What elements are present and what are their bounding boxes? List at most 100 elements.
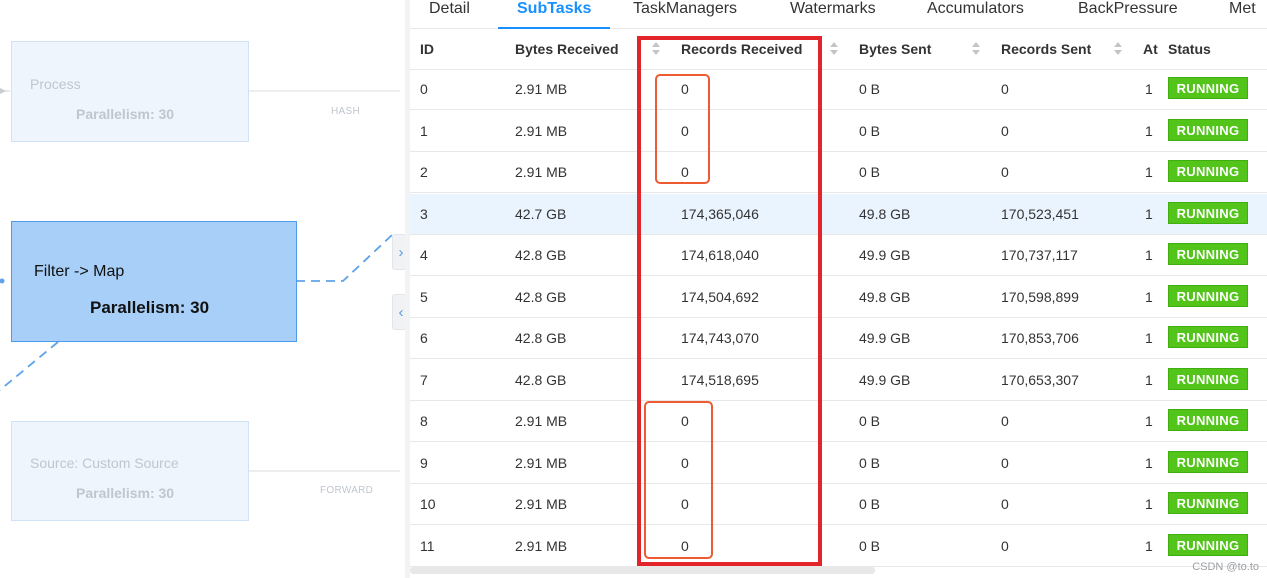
status-badge: RUNNING bbox=[1168, 409, 1248, 431]
graph-node-process[interactable]: Process Parallelism: 30 bbox=[11, 41, 249, 142]
table-row[interactable]: 5 42.8 GB 174,504,692 49.8 GB 170,598,899 1 RU… bbox=[410, 277, 1267, 318]
cell-records-sent: 0 bbox=[1001, 413, 1009, 429]
cell-attempt: 1 bbox=[1145, 288, 1153, 305]
status-badge: RUNNING bbox=[1168, 367, 1248, 390]
table-row[interactable]: 4 42.8 GB 174,618,040 49.9 GB 170,737,117 1 RU… bbox=[410, 235, 1267, 276]
job-graph-panel[interactable]: Process Parallelism: 30 Filter -> Map Pa… bbox=[0, 0, 410, 578]
status-badge: RUNNING bbox=[1168, 450, 1248, 473]
cell-attempt: 1 bbox=[1145, 122, 1153, 139]
horizontal-scrollbar[interactable] bbox=[410, 567, 875, 574]
cell-bytes-received: 2.91 MB bbox=[515, 164, 568, 180]
status-badge: RUNNING bbox=[1168, 492, 1248, 514]
cell-attempt: 1 bbox=[1145, 330, 1153, 346]
cell-records-sent: 0 bbox=[1001, 122, 1009, 139]
cell-records-sent: 170,853,706 bbox=[1001, 330, 1079, 346]
tab-detail[interactable]: Detail bbox=[429, 0, 470, 28]
cell-records-sent: 0 bbox=[1001, 537, 1009, 554]
col-id[interactable]: ID bbox=[420, 41, 434, 57]
edge-label-hash: HASH bbox=[331, 106, 360, 117]
cell-bytes-sent: 0 B bbox=[859, 81, 881, 97]
cell-id: 5 bbox=[420, 288, 428, 305]
cell-bytes-sent: 49.8 GB bbox=[859, 288, 911, 305]
edge-arrow-process bbox=[0, 88, 6, 94]
table-row[interactable]: 8 2.91 MB 0 0 B 0 1 RUNNING bbox=[410, 401, 1267, 442]
tab-accumulators[interactable]: Accumulators bbox=[927, 0, 1024, 28]
node-parallelism: Parallelism: 30 bbox=[90, 298, 210, 317]
col-attempt[interactable]: At bbox=[1143, 41, 1158, 57]
sort-icon[interactable] bbox=[1114, 40, 1122, 56]
sort-icon[interactable] bbox=[830, 40, 838, 56]
cell-id: 3 bbox=[420, 205, 428, 222]
cell-attempt: 1 bbox=[1145, 81, 1153, 97]
cell-attempt: 1 bbox=[1145, 164, 1153, 180]
tab-watermarks[interactable]: Watermarks bbox=[790, 0, 876, 28]
cell-bytes-received: 2.91 MB bbox=[515, 454, 568, 471]
cell-bytes-received: 42.7 GB bbox=[515, 205, 567, 222]
cell-bytes-received: 42.8 GB bbox=[515, 371, 567, 388]
cell-records-sent: 0 bbox=[1001, 81, 1009, 97]
cell-attempt: 1 bbox=[1145, 371, 1153, 388]
status-badge: RUNNING bbox=[1168, 243, 1248, 265]
node-name: Source: Custom Source bbox=[30, 455, 179, 471]
cell-bytes-received: 2.91 MB bbox=[515, 537, 568, 554]
tab-subtasks[interactable]: SubTasks bbox=[497, 0, 611, 29]
cell-attempt: 1 bbox=[1145, 496, 1153, 512]
graph-node-filter-map[interactable]: Filter -> Map Parallelism: 30 bbox=[11, 221, 297, 342]
cell-bytes-sent: 49.9 GB bbox=[859, 247, 911, 263]
cell-bytes-received: 42.8 GB bbox=[515, 247, 567, 263]
table-row[interactable]: 7 42.8 GB 174,518,695 49.9 GB 170,653,307 1 RU… bbox=[410, 360, 1267, 401]
cell-attempt: 1 bbox=[1145, 247, 1153, 263]
annotation-zero-records-top bbox=[655, 74, 710, 184]
cell-bytes-received: 2.91 MB bbox=[515, 122, 568, 139]
cell-records-sent: 0 bbox=[1001, 454, 1009, 471]
table-row[interactable]: 11 2.91 MB 0 0 B 0 1 RUNNING bbox=[410, 526, 1267, 567]
table-row[interactable]: 9 2.91 MB 0 0 B 0 1 RUNNING bbox=[410, 443, 1267, 484]
cell-bytes-sent: 49.9 GB bbox=[859, 330, 911, 346]
cell-id: 6 bbox=[420, 330, 428, 346]
status-badge: RUNNING bbox=[1168, 533, 1248, 556]
tab-taskmanagers[interactable]: TaskManagers bbox=[633, 0, 737, 28]
status-badge: RUNNING bbox=[1168, 118, 1248, 141]
cell-id: 7 bbox=[420, 371, 428, 388]
table-row[interactable]: 0 2.91 MB 0 0 B 0 1 RUNNING bbox=[410, 69, 1267, 110]
cell-attempt: 1 bbox=[1145, 205, 1153, 222]
col-bytes-sent[interactable]: Bytes Sent bbox=[859, 41, 931, 57]
table-row[interactable]: 2 2.91 MB 0 0 B 0 1 RUNNING bbox=[410, 152, 1267, 193]
tab-backpressure[interactable]: BackPressure bbox=[1078, 0, 1178, 28]
col-bytes-received[interactable]: Bytes Received bbox=[515, 41, 619, 57]
table-row[interactable]: 6 42.8 GB 174,743,070 49.9 GB 170,853,706 1 RU… bbox=[410, 318, 1267, 359]
edge-dot bbox=[0, 278, 5, 284]
watermark: CSDN @to.to bbox=[1192, 561, 1259, 573]
table-row[interactable]: 10 2.91 MB 0 0 B 0 1 RUNNING bbox=[410, 484, 1267, 525]
tab-metrics[interactable]: Met bbox=[1229, 0, 1256, 28]
cell-bytes-received: 2.91 MB bbox=[515, 81, 568, 97]
col-records-sent[interactable]: Records Sent bbox=[1001, 41, 1091, 57]
sort-icon[interactable] bbox=[972, 40, 980, 56]
cell-attempt: 1 bbox=[1145, 413, 1153, 429]
cell-records-sent: 170,598,899 bbox=[1001, 288, 1079, 305]
cell-attempt: 1 bbox=[1145, 454, 1153, 471]
graph-node-source[interactable]: Source: Custom Source Parallelism: 30 bbox=[11, 421, 249, 521]
detail-tabs: Detail SubTasks TaskManagers Watermarks … bbox=[410, 0, 1267, 29]
table-row[interactable]: 3 42.7 GB 174,365,046 49.8 GB 170,523,451 1 RU… bbox=[410, 193, 1267, 235]
table-row[interactable]: 1 2.91 MB 0 0 B 0 1 RUNNING bbox=[410, 111, 1267, 152]
cell-id: 8 bbox=[420, 413, 428, 429]
cell-records-sent: 0 bbox=[1001, 496, 1009, 512]
col-status[interactable]: Status bbox=[1168, 41, 1211, 57]
cell-id: 4 bbox=[420, 247, 428, 263]
cell-id: 0 bbox=[420, 81, 428, 97]
status-badge: RUNNING bbox=[1168, 284, 1248, 307]
cell-records-sent: 0 bbox=[1001, 164, 1009, 180]
status-badge: RUNNING bbox=[1168, 77, 1248, 99]
edge-active-out bbox=[296, 234, 393, 282]
annotation-zero-records-bottom bbox=[644, 401, 713, 559]
subtasks-table-header: ID Bytes Received Records Received Bytes… bbox=[410, 29, 1267, 70]
cell-records-sent: 170,653,307 bbox=[1001, 371, 1079, 388]
status-badge: RUNNING bbox=[1168, 160, 1248, 182]
cell-attempt: 1 bbox=[1145, 537, 1153, 554]
cell-bytes-sent: 0 B bbox=[859, 454, 881, 471]
edge-label-forward: FORWARD bbox=[320, 485, 374, 496]
edge-active-in bbox=[0, 341, 59, 391]
cell-bytes-sent: 0 B bbox=[859, 122, 881, 139]
cell-bytes-received: 2.91 MB bbox=[515, 496, 568, 512]
